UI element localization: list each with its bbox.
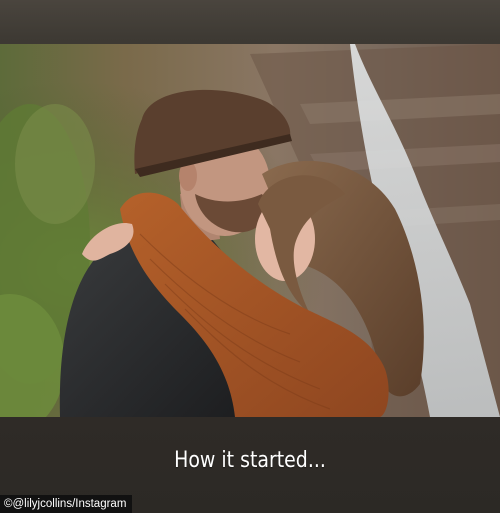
photo-credit: ©@lilyjcollins/Instagram (0, 495, 133, 513)
couple-photo-image (0, 44, 500, 417)
story-photo (0, 44, 500, 417)
story-caption: How it started... (174, 448, 326, 473)
instagram-story: How it started... ©@lilyjcollins/Instagr… (0, 0, 500, 513)
